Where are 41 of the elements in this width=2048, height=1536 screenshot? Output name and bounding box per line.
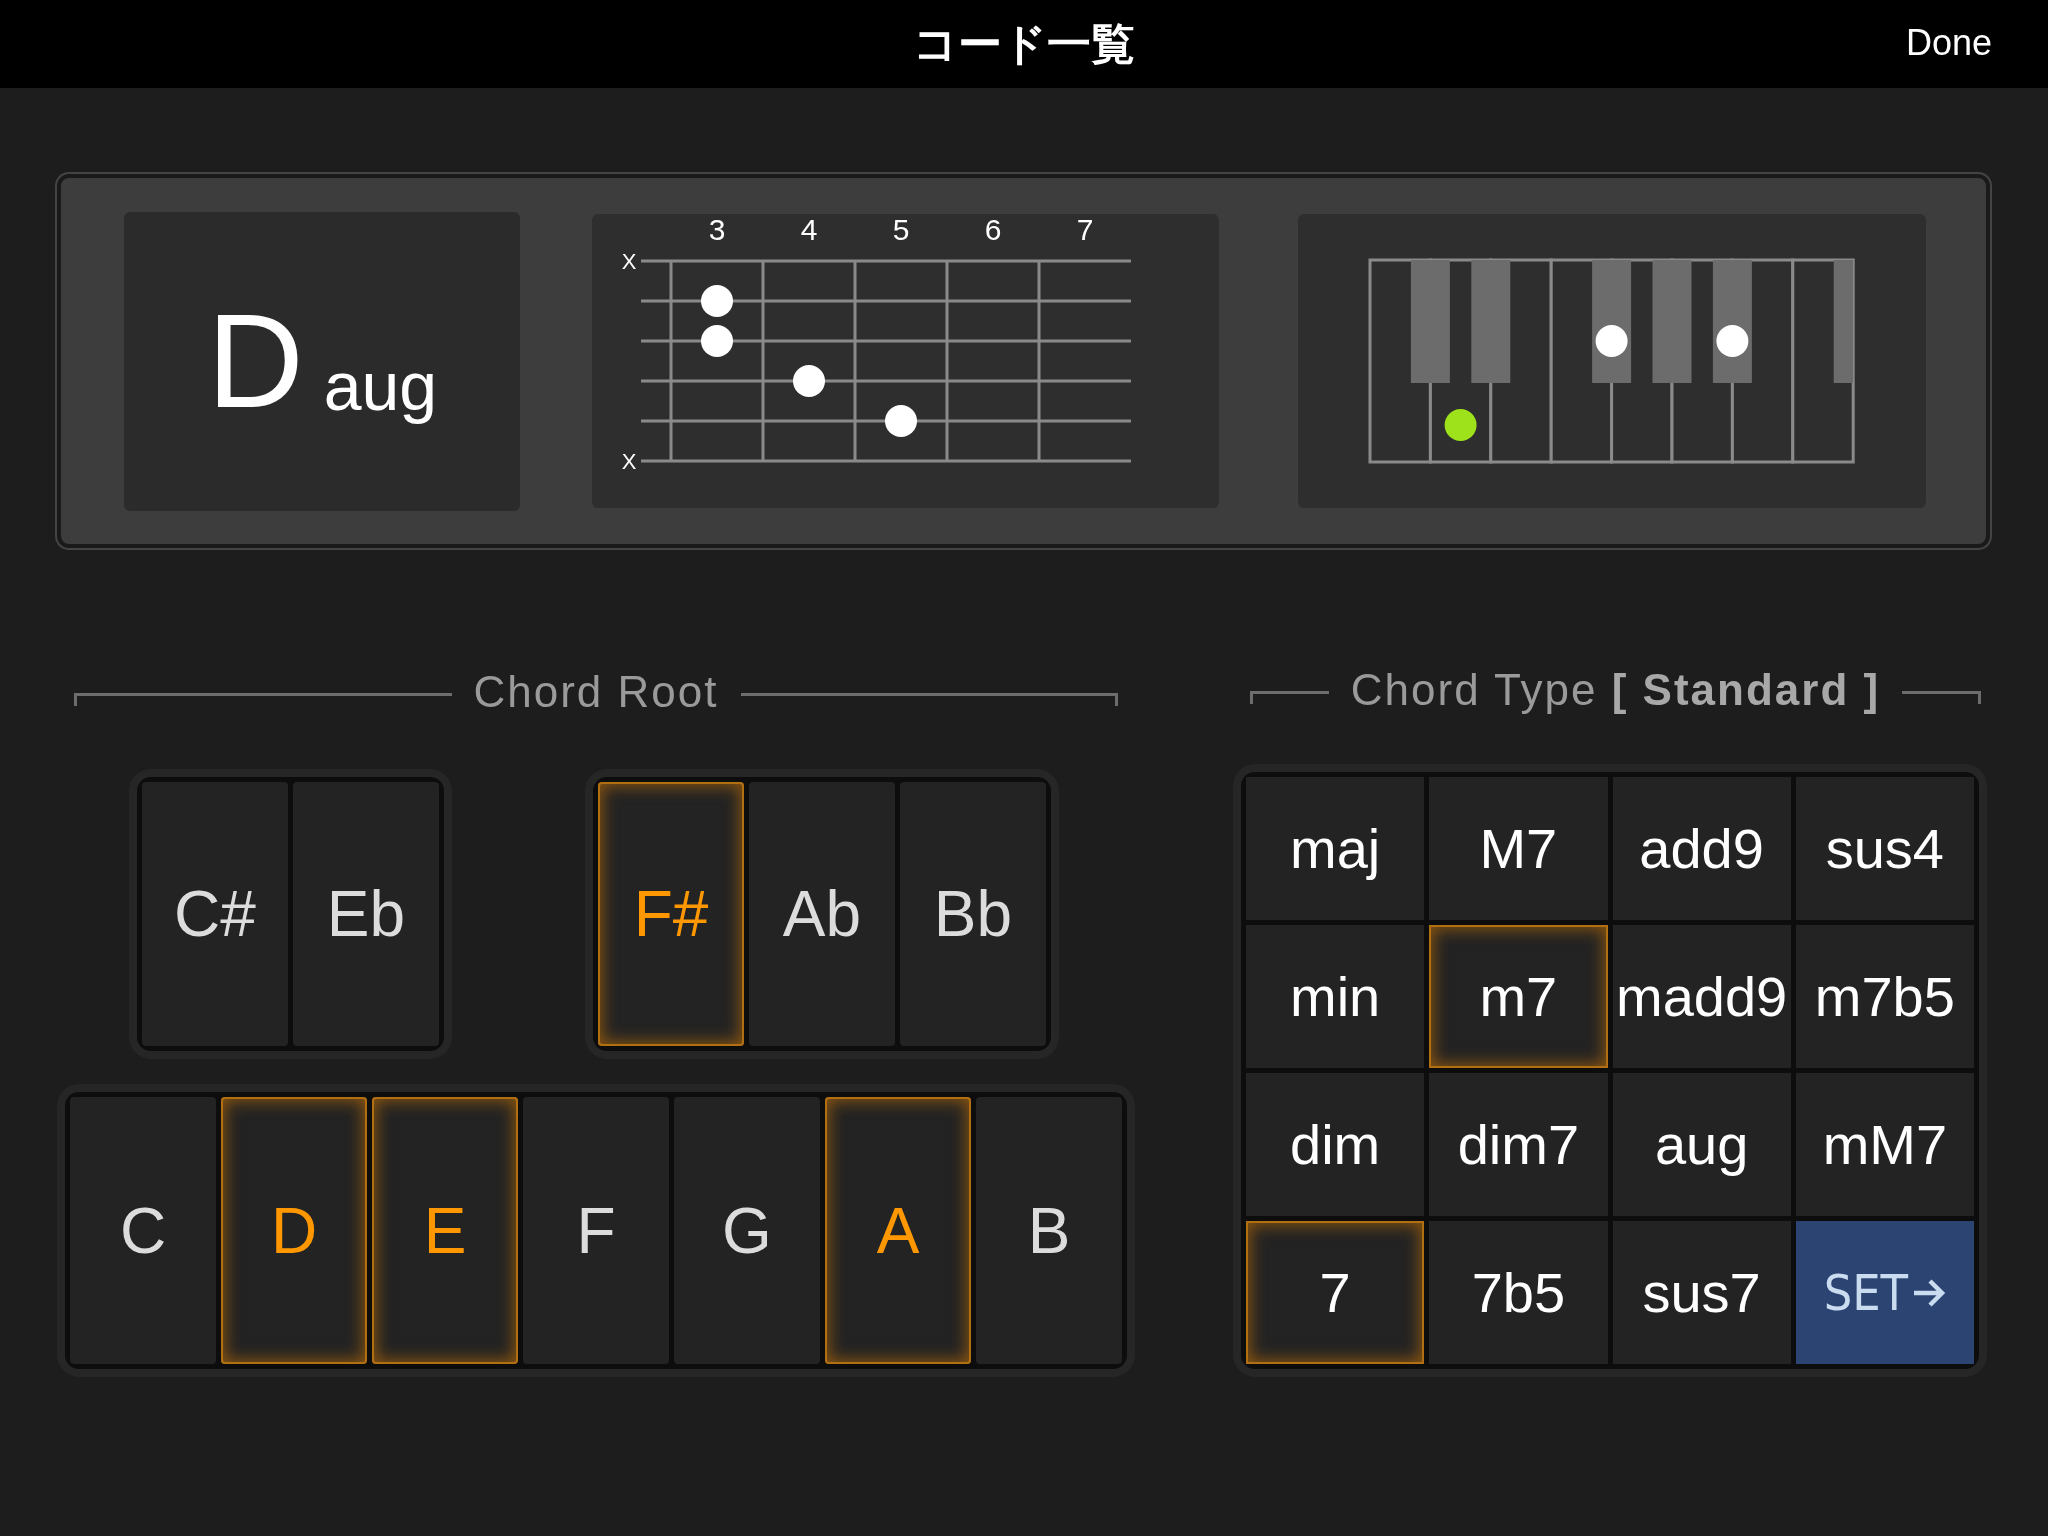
chord-type-heading: Chord Type [ Standard ] bbox=[1350, 665, 1881, 715]
root-key[interactable]: D bbox=[221, 1097, 367, 1364]
root-key[interactable]: Bb bbox=[900, 782, 1046, 1046]
muted-string-label: X bbox=[621, 249, 637, 274]
arrow-right-icon bbox=[1912, 1277, 1947, 1308]
chord-type-button[interactable]: maj bbox=[1246, 777, 1425, 920]
chord-type-button[interactable]: m7b5 bbox=[1795, 925, 1974, 1068]
root-key[interactable]: E bbox=[372, 1097, 518, 1364]
chord-type-button[interactable]: sus4 bbox=[1795, 777, 1974, 920]
chord-root-name: D bbox=[206, 294, 304, 428]
chord-type-button[interactable]: dim bbox=[1246, 1073, 1425, 1216]
fret-number: 7 bbox=[1076, 214, 1094, 246]
chord-root-heading: Chord Root bbox=[473, 667, 719, 717]
root-key[interactable]: F# bbox=[598, 782, 744, 1046]
chord-type-button[interactable]: mM7 bbox=[1795, 1073, 1974, 1216]
chord-type-button[interactable]: dim7 bbox=[1429, 1073, 1608, 1216]
muted-string-label: X bbox=[621, 449, 637, 474]
root-key[interactable]: F bbox=[523, 1097, 669, 1364]
screen-title: コード一覧 bbox=[913, 17, 1135, 70]
fret-number: 4 bbox=[800, 214, 818, 246]
chord-type-button[interactable]: aug bbox=[1612, 1073, 1791, 1216]
fret-number: 5 bbox=[892, 214, 910, 246]
root-key[interactable]: Eb bbox=[293, 782, 439, 1046]
done-button[interactable]: Done bbox=[1901, 20, 1996, 66]
fret-number: 3 bbox=[708, 214, 726, 246]
root-key[interactable]: C# bbox=[142, 782, 288, 1046]
chord-type-button[interactable]: 7b5 bbox=[1429, 1221, 1608, 1364]
root-key[interactable]: C bbox=[70, 1097, 216, 1364]
chord-type-button[interactable]: sus7 bbox=[1612, 1221, 1791, 1364]
chord-type-button[interactable]: add9 bbox=[1612, 777, 1791, 920]
root-key[interactable]: G bbox=[674, 1097, 820, 1364]
chord-type-button[interactable]: m7 bbox=[1429, 925, 1608, 1068]
chord-type-button[interactable]: min bbox=[1246, 925, 1425, 1068]
chord-type-button[interactable]: madd9 bbox=[1612, 925, 1791, 1068]
chord-type-button[interactable]: M7 bbox=[1429, 777, 1608, 920]
root-key[interactable]: B bbox=[976, 1097, 1122, 1364]
set-button[interactable]: SET bbox=[1795, 1221, 1974, 1364]
fret-number: 6 bbox=[984, 214, 1002, 246]
chord-type-button[interactable]: 7 bbox=[1246, 1221, 1425, 1364]
root-key[interactable]: A bbox=[825, 1097, 971, 1364]
root-key[interactable]: Ab bbox=[749, 782, 895, 1046]
